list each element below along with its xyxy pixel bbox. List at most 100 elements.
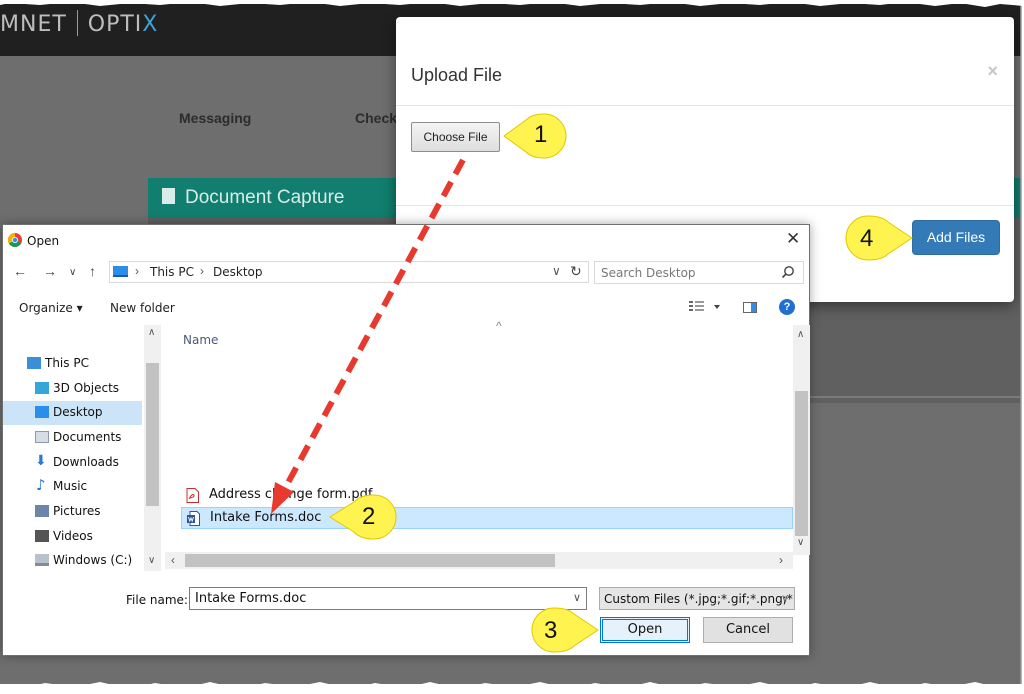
music-icon: ♪ [36, 476, 46, 494]
file-name-label: File name: [126, 593, 188, 607]
logo-text-right: OPTI [87, 12, 143, 37]
cancel-button[interactable]: Cancel [703, 617, 793, 643]
sort-ascending-icon: ^ [496, 319, 502, 333]
callout-4: 4 [838, 214, 914, 267]
callout-number: 1 [534, 121, 548, 148]
file-row-address-change[interactable]: Address change form.pdf [181, 485, 793, 507]
word-icon [187, 511, 200, 526]
modal-divider [396, 105, 1014, 106]
scroll-up-icon[interactable]: ∧ [148, 327, 155, 338]
computer-icon [113, 266, 128, 277]
tree-item-pictures[interactable]: Pictures [3, 500, 142, 524]
tree-item-videos[interactable]: Videos [3, 525, 142, 549]
callout-number: 4 [860, 225, 874, 252]
callout-1: 1 [500, 112, 572, 165]
search-input[interactable]: Search Desktop [594, 261, 804, 284]
scrollbar-thumb[interactable] [146, 363, 159, 506]
recent-dropdown-icon[interactable]: ∨ [69, 267, 76, 278]
tree-item-label: Downloads [53, 455, 119, 469]
refresh-icon[interactable]: ↻ [570, 263, 582, 280]
drive-icon [35, 554, 49, 566]
chevron-right-icon: › [135, 264, 139, 278]
close-icon[interactable]: × [987, 61, 998, 82]
tree-item-music[interactable]: ♪ Music [3, 475, 142, 499]
back-arrow-icon[interactable]: ← [13, 263, 27, 279]
scroll-down-icon[interactable]: ∨ [797, 537, 804, 548]
callout-number: 3 [544, 617, 558, 644]
tree-item-label: Music [53, 479, 88, 493]
new-folder-button[interactable]: New folder [110, 301, 175, 315]
upload-modal-title: Upload File [411, 65, 503, 85]
tree-item-3d-objects[interactable]: 3D Objects [3, 377, 142, 401]
computer-icon [27, 357, 41, 369]
breadcrumb-this-pc[interactable]: This PC [150, 265, 194, 279]
videos-icon [35, 530, 49, 542]
file-list-vertical-scrollbar[interactable]: ∧ ∨ [793, 325, 810, 555]
chevron-down-icon[interactable]: ∨ [573, 591, 581, 604]
add-files-button[interactable]: Add Files [912, 220, 1000, 255]
help-icon[interactable]: ? [779, 299, 795, 315]
scroll-left-icon[interactable]: ‹ [171, 553, 175, 567]
dialog-title: Open [27, 234, 60, 248]
tree-item-this-pc[interactable]: This PC [3, 352, 142, 376]
close-icon[interactable]: ✕ [786, 229, 800, 249]
tree-item-label: Documents [53, 430, 122, 444]
navigation-scrollbar[interactable]: ∧ ∨ [144, 325, 161, 571]
file-name: Intake Forms.doc [210, 510, 322, 525]
desktop-icon [35, 406, 49, 418]
forward-arrow-icon[interactable]: → [43, 263, 57, 279]
tree-item-label: Desktop [53, 405, 103, 419]
download-icon: ⬇ [35, 453, 47, 469]
scroll-down-icon[interactable]: ∨ [148, 555, 155, 566]
callout-number: 2 [362, 503, 376, 530]
tree-item-downloads[interactable]: ⬇ Downloads [3, 451, 142, 475]
scrollbar-thumb[interactable] [795, 391, 808, 536]
choose-file-button[interactable]: Choose File [411, 122, 500, 152]
tree-item-label: Windows (C:) [53, 553, 133, 567]
tree-item-windows-c[interactable]: Windows (C:) [3, 549, 142, 571]
document-icon [162, 188, 175, 204]
file-list: ^ Name Address change form.pdf Intake Fo… [181, 319, 793, 555]
tree-item-label: 3D Objects [53, 381, 120, 395]
address-bar[interactable]: › This PC › Desktop ∨ ↻ [109, 261, 589, 283]
callout-bubble [845, 215, 913, 261]
file-row-intake-forms[interactable]: Intake Forms.doc [181, 507, 793, 529]
tree-item-desktop[interactable]: Desktop [3, 401, 142, 425]
modal-divider [396, 205, 1014, 206]
breadcrumb-desktop[interactable]: Desktop [213, 265, 263, 279]
navigation-pane: This PC 3D Objects Desktop Documents ⬇ D… [3, 325, 163, 571]
chrome-icon [8, 233, 22, 247]
tree-item-documents[interactable]: Documents [3, 426, 142, 450]
organize-button[interactable]: Organize ▾ [19, 301, 83, 315]
chevron-down-icon[interactable]: ∨ [552, 264, 561, 278]
documents-icon [35, 431, 49, 443]
scrollbar-thumb[interactable] [185, 554, 555, 567]
file-list-horizontal-scrollbar[interactable]: ‹ › [165, 552, 793, 569]
scroll-right-icon[interactable]: › [779, 553, 783, 567]
callout-3: 3 [524, 606, 600, 659]
scroll-up-icon[interactable]: ∧ [797, 329, 804, 340]
tree-item-label: Videos [53, 529, 93, 543]
pdf-icon [186, 488, 199, 503]
chevron-down-icon[interactable]: ∨ [781, 592, 789, 605]
column-header-name[interactable]: Name [183, 333, 218, 347]
search-placeholder: Search Desktop [601, 266, 696, 280]
view-options-icon[interactable] [689, 301, 723, 313]
callout-bubble [531, 607, 599, 653]
nav-messaging[interactable]: Messaging [179, 110, 251, 126]
logo-text-left: MNET [0, 12, 67, 37]
document-capture-title: Document Capture [185, 187, 345, 208]
callout-2: 2 [326, 494, 400, 545]
up-arrow-icon[interactable]: ↑ [89, 263, 96, 279]
nav-check[interactable]: Check [355, 110, 397, 126]
tree-item-label: Pictures [53, 504, 101, 518]
search-icon [781, 266, 794, 279]
cube-icon [35, 382, 49, 394]
chevron-right-icon: › [200, 264, 204, 278]
preview-pane-icon[interactable] [743, 302, 757, 313]
logo-text-accent: X [142, 12, 159, 37]
open-file-dialog: Open ✕ ← → ∨ ↑ › This PC › Desktop ∨ ↻ S… [2, 224, 810, 656]
open-button[interactable]: Open [600, 617, 690, 643]
pictures-icon [35, 505, 49, 517]
file-type-select[interactable]: Custom Files (*.jpg;*.gif;*.png;*. [599, 587, 795, 610]
